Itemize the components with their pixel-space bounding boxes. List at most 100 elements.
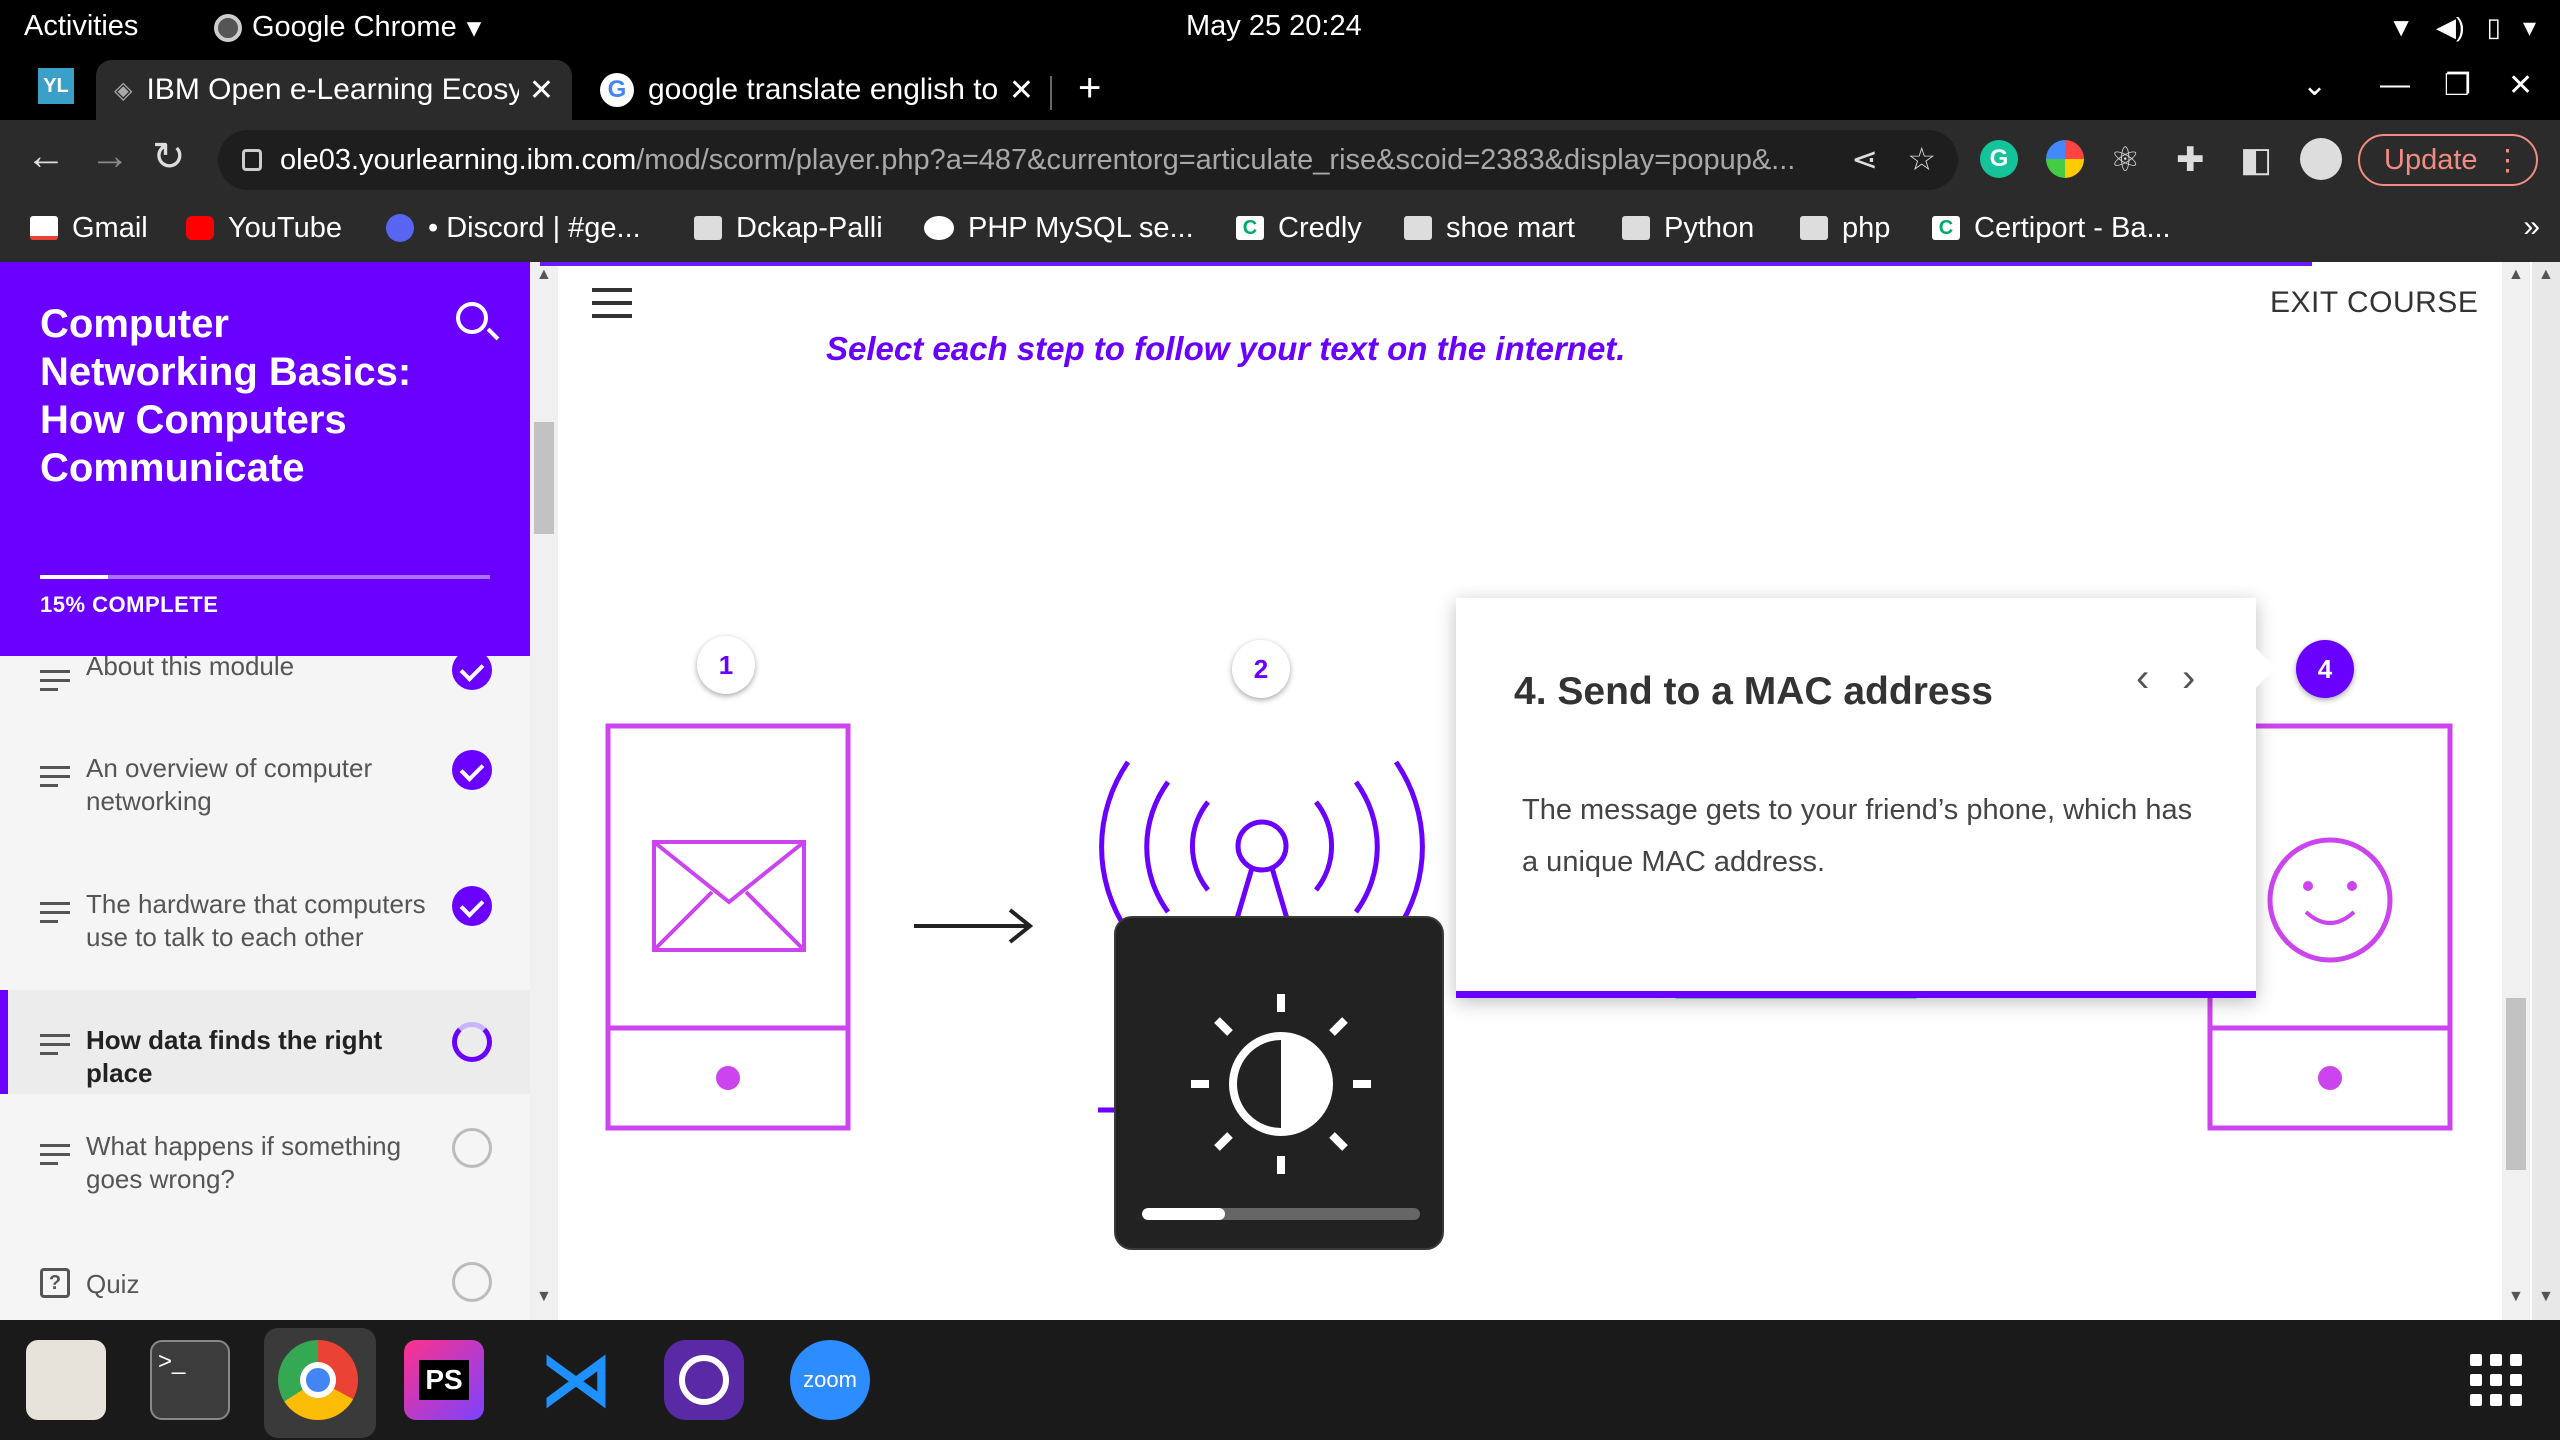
popup-body: The message gets to your friend’s phone,… [1522,794,2193,878]
show-applications-icon[interactable] [2470,1354,2522,1406]
more-bookmarks-icon[interactable]: » [2523,210,2540,244]
page-scrollbar[interactable]: ▲ ▼ [2502,262,2530,1320]
google-favicon-icon: G [600,73,634,107]
profile-avatar[interactable] [2300,138,2342,180]
chrome-icon[interactable] [278,1340,358,1420]
minimize-icon[interactable]: — [2380,68,2410,102]
bookmark-certiport[interactable]: C Certiport - Ba... [1932,208,2171,248]
popup-title: 4. Send to a MAC address [1514,670,1993,713]
youtube-icon [186,216,214,240]
tab-strip: YL ◈ IBM Open e-Learning Ecosystem ✕ G g… [0,54,2560,120]
scroll-up-icon[interactable]: ▲ [2508,266,2524,284]
tab-separator [1050,76,1052,110]
window-scrollbar[interactable]: ▲ ▼ [2532,262,2560,1320]
scroll-down-icon[interactable]: ▼ [2508,1288,2524,1306]
step-marker-1[interactable]: 1 [697,636,755,694]
course-page: Computer Networking Basics: How Computer… [0,262,2560,1320]
bookmark-discord[interactable]: • Discord | #ge... [386,208,641,248]
new-tab-button[interactable]: + [1078,66,1101,111]
clock[interactable]: May 25 20:24 [1186,10,1362,43]
lock-icon[interactable] [242,149,262,171]
zoom-label: zoom [803,1367,857,1392]
system-tray[interactable]: ▼ ◀) ▯ ▾ [2388,12,2536,43]
files-icon[interactable] [26,1340,106,1420]
bookmark-star-icon[interactable]: ☆ [1907,140,1936,178]
tab-close-icon[interactable]: ✕ [529,73,554,108]
activities-button[interactable]: Activities [24,10,138,43]
medium-icon [924,216,954,240]
dropdown-arrow-icon: ▾ [466,12,482,44]
scroll-down-icon[interactable]: ▼ [2538,1288,2554,1306]
extensions-puzzle-icon[interactable]: ✚ [2176,140,2205,180]
sender-phone-icon [605,723,851,1131]
step-marker-2[interactable]: 2 [1232,640,1290,698]
side-panel-icon[interactable]: ◧ [2240,140,2272,180]
share-icon[interactable]: ⋖ [1851,140,1878,178]
reload-icon[interactable]: ↻ [152,134,186,180]
next-step-icon[interactable]: › [2182,656,2195,701]
more-menu-icon: ⋮ [2493,144,2522,177]
credly-icon: C [1932,216,1960,240]
gmail-icon [30,216,58,240]
step-popup-card: 4. Send to a MAC address ‹ › The message… [1456,598,2276,998]
tab-title: IBM Open e-Learning Ecosystem [146,73,519,106]
wifi-icon: ▼ [2388,12,2414,42]
brightness-level-fill [1142,1208,1226,1220]
bookmark-credly[interactable]: C Credly [1236,208,1362,248]
prev-step-icon[interactable]: ‹ [2136,656,2149,701]
bookmark-youtube[interactable]: YouTube [186,208,342,248]
bookmark-shoe-mart[interactable]: shoe mart [1404,208,1575,248]
tray-menu-icon: ▾ [2522,12,2536,42]
bookmark-python[interactable]: Python [1622,208,1754,248]
phpstorm-label: PS [419,1360,469,1400]
forward-icon[interactable]: → [90,134,130,179]
app-menu[interactable]: Google Chrome ▾ [214,10,481,45]
tab-google-translate[interactable]: G google translate english to ✕ [582,60,1052,120]
address-bar[interactable]: ole03.yourlearning.ibm.com/mod/scorm/pla… [218,130,1958,190]
folder-icon [694,216,722,240]
bookmarks-bar: Gmail YouTube • Discord | #ge... Dckap-P… [0,202,2560,262]
tab-close-icon[interactable]: ✕ [1009,73,1034,108]
grammarly-extension-icon[interactable]: G [1980,140,2018,178]
restore-icon[interactable]: ❐ [2444,68,2471,103]
app-name: Google Chrome [252,11,457,43]
color-picker-extension-icon[interactable] [2046,140,2084,178]
ibm-favicon-icon: ◈ [114,76,133,104]
screen-recorder-icon[interactable] [664,1340,744,1420]
bookmark-php[interactable]: php [1800,208,1890,248]
scroll-up-icon[interactable]: ▲ [2538,266,2554,284]
system-top-bar: Activities Google Chrome ▾ May 25 20:24 … [0,0,2560,54]
volume-icon: ◀) [2435,12,2465,42]
update-label: Update [2384,143,2478,176]
close-window-icon[interactable]: ✕ [2508,68,2533,103]
brightness-icon [1191,994,1371,1174]
bookmark-dckap-palli[interactable]: Dckap-Palli [694,208,883,248]
folder-icon [1800,216,1828,240]
yourlearning-app-icon[interactable]: YL [38,68,74,104]
back-icon[interactable]: ← [26,134,66,179]
bookmark-php-mysql[interactable]: PHP MySQL se... [924,208,1194,248]
tab-ibm-elearning[interactable]: ◈ IBM Open e-Learning Ecosystem ✕ [96,60,572,120]
brightness-osd [1114,916,1444,1250]
arrow-right-icon [914,908,1034,944]
zoom-icon[interactable]: zoom [790,1340,870,1420]
react-devtools-icon[interactable]: ⚛ [2110,140,2140,180]
folder-icon [1404,216,1432,240]
phpstorm-icon[interactable]: PS [404,1340,484,1420]
folder-icon [1622,216,1650,240]
battery-icon: ▯ [2486,12,2501,42]
ubuntu-dock: >_ PS ⋊ zoom [0,1320,2560,1440]
tab-search-icon[interactable]: ⌄ [2302,68,2327,103]
bookmark-gmail[interactable]: Gmail [30,208,148,248]
step-marker-4[interactable]: 4 [2296,640,2354,698]
chrome-app-icon [214,13,242,42]
brightness-level-bar [1142,1208,1420,1220]
scrollbar-thumb[interactable] [2506,998,2526,1170]
credly-icon: C [1236,216,1264,240]
update-button[interactable]: Update ⋮ [2358,134,2538,186]
url-text[interactable]: ole03.yourlearning.ibm.com/mod/scorm/pla… [280,144,1820,177]
vscode-icon[interactable]: ⋊ [536,1340,616,1420]
terminal-icon[interactable]: >_ [150,1340,230,1420]
tab-title: google translate english to [648,73,999,106]
discord-icon [386,214,414,242]
